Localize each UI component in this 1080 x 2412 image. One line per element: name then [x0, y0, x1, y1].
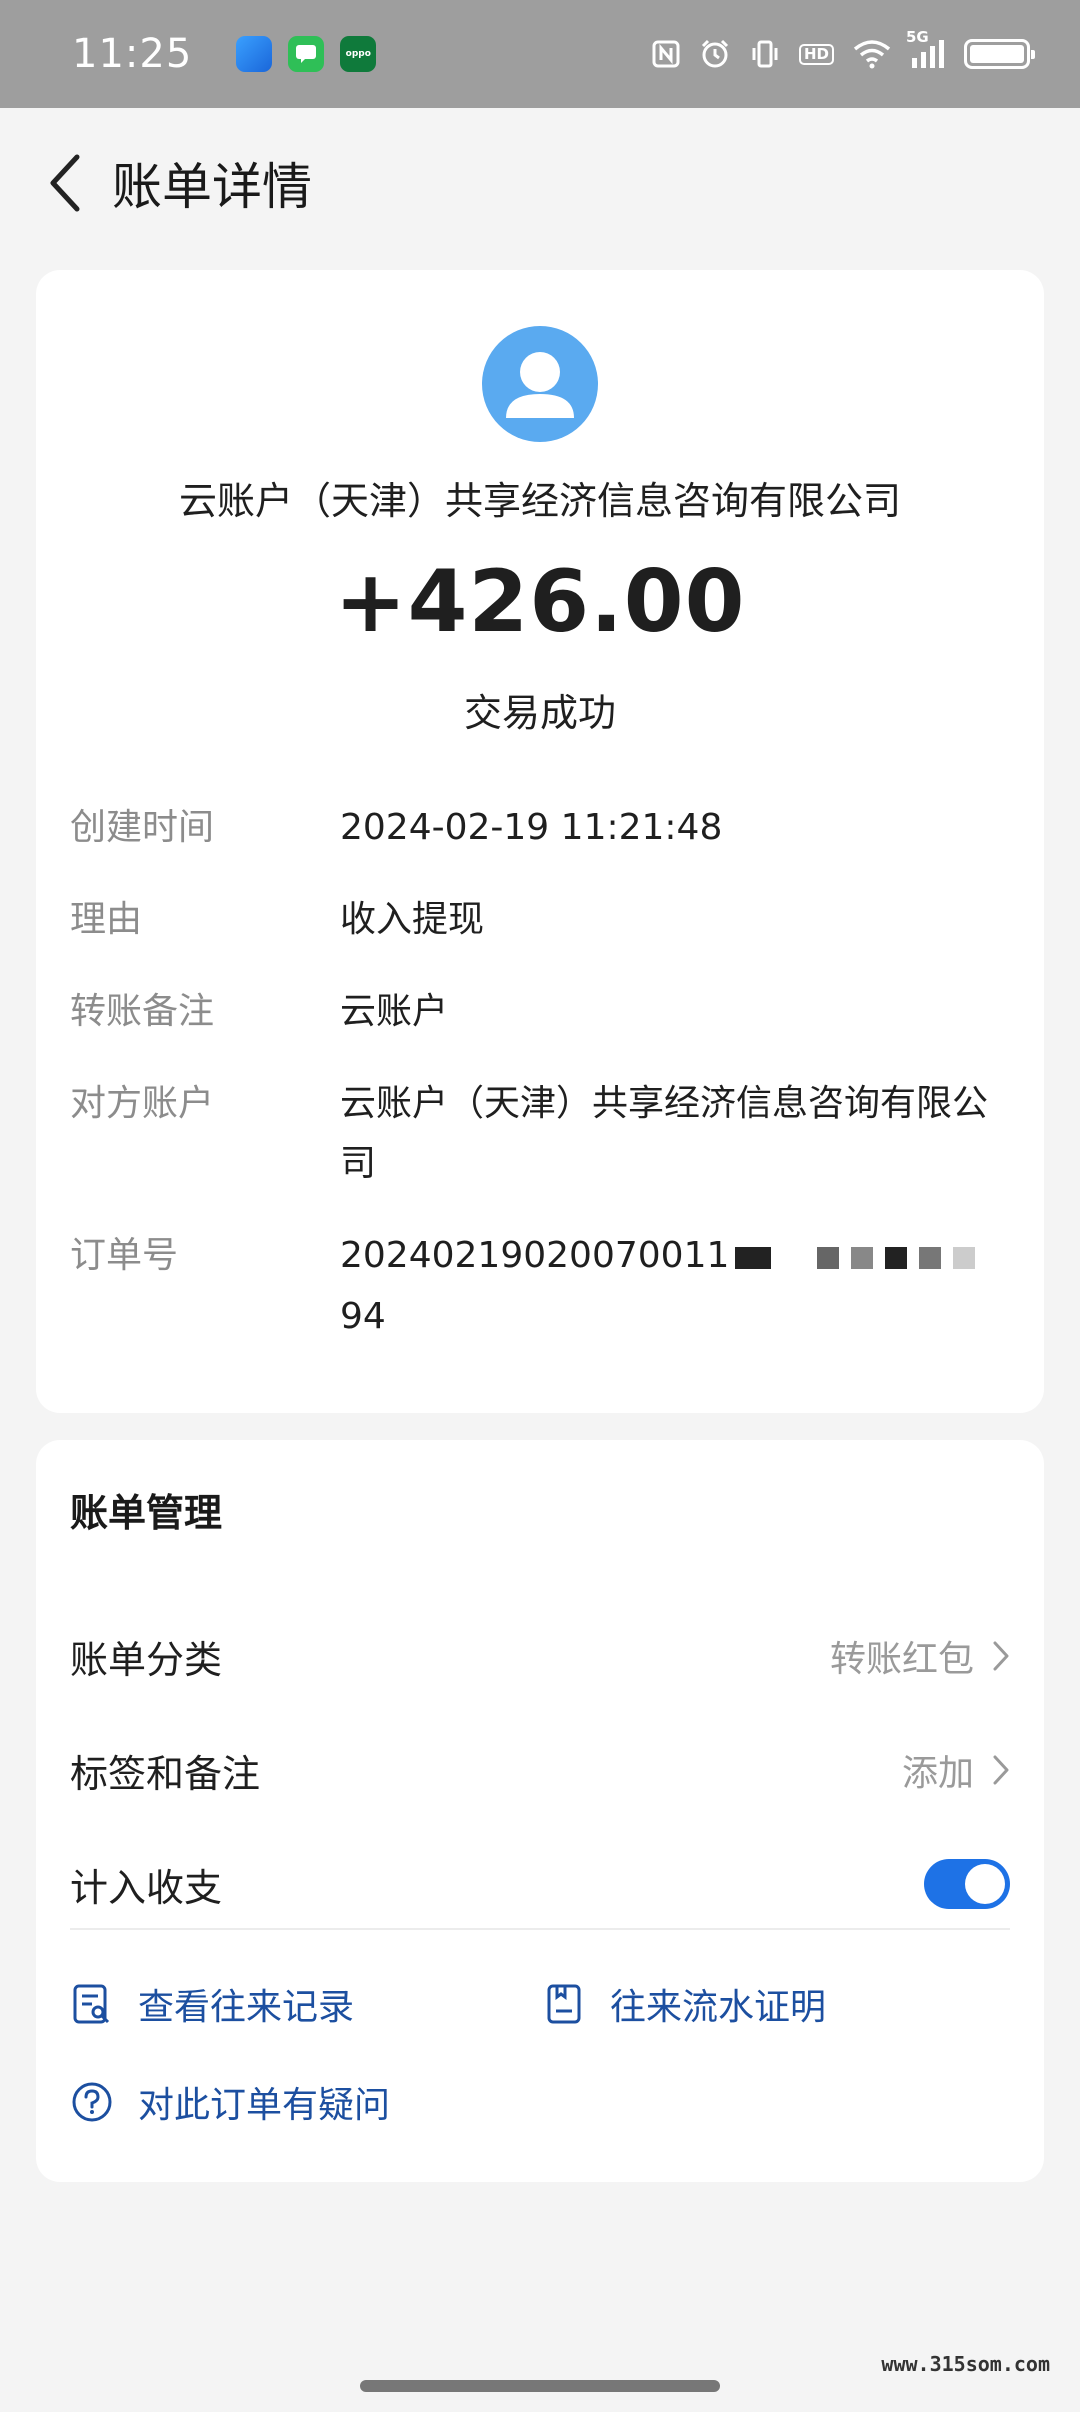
- page-title: 账单详情: [112, 158, 312, 216]
- bill-category-text: 转账红包: [829, 1639, 974, 1680]
- section-title: 账单管理: [70, 1491, 223, 1535]
- alarm-icon: [699, 38, 731, 70]
- order-number-end: 94: [340, 1296, 386, 1337]
- wifi-icon: [852, 38, 892, 70]
- blue-app-icon: [236, 36, 273, 72]
- detail-row-counterparty: 对方账户 云账户（天津）共享经济信息咨询有限公司: [70, 1074, 1020, 1194]
- status-time: 11:25: [72, 31, 193, 77]
- detail-label: 转账备注: [70, 991, 215, 1032]
- status-bar: 11:25 oppo HD 5G: [0, 0, 1080, 108]
- bill-manage-card: 账单管理 账单分类 转账红包 标签和备注 添加 计入收支 查看往来记录 往来流水…: [36, 1440, 1044, 2182]
- detail-label: 理由: [70, 899, 143, 940]
- view-history-text: 查看往来记录: [138, 1987, 355, 2028]
- tags-remarks-label: 标签和备注: [70, 1751, 261, 1796]
- chevron-right-icon: [992, 1754, 1010, 1786]
- detail-value: 云账户（天津）共享经济信息咨询有限公司: [340, 1083, 989, 1184]
- detail-row-created-time: 创建时间 2024-02-19 11:21:48: [70, 798, 1020, 858]
- signal-icon: 5G: [906, 28, 946, 70]
- hd-icon: HD: [798, 43, 834, 65]
- nav-header: 账单详情: [0, 108, 1080, 258]
- detail-value: 收入提现: [340, 899, 485, 940]
- order-question-link[interactable]: 对此订单有疑问: [70, 2076, 390, 2128]
- bill-category-label: 账单分类: [70, 1637, 223, 1682]
- nfc-icon: [651, 39, 681, 69]
- status-app-icons: oppo: [236, 36, 377, 72]
- chevron-right-icon: [992, 1640, 1010, 1672]
- battery-level: [970, 45, 1024, 63]
- document-icon: [542, 1982, 586, 2026]
- avatar: [482, 326, 598, 442]
- bill-category-row[interactable]: 账单分类 转账红包: [70, 1616, 1010, 1696]
- redacted-blocks: [729, 1227, 981, 1287]
- detail-label: 对方账户: [70, 1083, 215, 1124]
- bill-category-value: 转账红包: [830, 1630, 1010, 1682]
- transaction-status: 交易成功: [463, 691, 616, 735]
- record-list-icon: [70, 1982, 114, 2026]
- watermark: www.315som.com: [881, 2352, 1050, 2376]
- detail-row-order-number: 订单号 20240219020070011 94: [70, 1226, 1020, 1347]
- detail-row-remark: 转账备注 云账户: [70, 982, 1020, 1042]
- detail-value: 2024-02-19 11:21:48: [340, 807, 723, 848]
- tags-remarks-row[interactable]: 标签和备注 添加: [70, 1730, 1010, 1810]
- chevron-left-icon: [50, 154, 80, 212]
- divider: [70, 1928, 1010, 1930]
- home-indicator[interactable]: [360, 2380, 720, 2392]
- oppo-app-icon: oppo: [340, 36, 377, 72]
- include-in-income-label: 计入收支: [70, 1865, 223, 1910]
- back-button[interactable]: [30, 138, 100, 228]
- detail-row-reason: 理由 收入提现: [70, 890, 1020, 950]
- detail-value: 云账户: [340, 991, 449, 1032]
- include-in-income-toggle[interactable]: [924, 1859, 1010, 1909]
- status-indicators: HD 5G: [651, 28, 1035, 70]
- user-icon: [506, 352, 574, 418]
- payee-name: 云账户（天津）共享经济信息咨询有限公司: [178, 479, 901, 523]
- vibrate-icon: [749, 38, 781, 70]
- battery-icon: [964, 39, 1035, 69]
- order-number-value: 20240219020070011 94: [340, 1226, 1000, 1347]
- statement-proof-text: 往来流水证明: [610, 1987, 827, 2028]
- statement-proof-link[interactable]: 往来流水证明: [542, 1978, 826, 2030]
- toggle-knob: [965, 1864, 1005, 1904]
- order-question-text: 对此订单有疑问: [138, 2085, 391, 2126]
- order-number-start: 20240219020070011: [340, 1235, 730, 1276]
- view-history-link[interactable]: 查看往来记录: [70, 1978, 354, 2030]
- add-text: 添加: [901, 1753, 974, 1794]
- green-chat-app-icon: [288, 36, 325, 72]
- tags-remarks-value: 添加: [902, 1744, 1010, 1796]
- detail-label: 订单号: [70, 1235, 179, 1276]
- question-icon: [70, 2080, 114, 2124]
- include-in-income-row: 计入收支: [70, 1844, 1010, 1924]
- detail-label: 创建时间: [70, 807, 215, 848]
- network-type: 5G: [906, 28, 929, 46]
- transaction-amount: +426.00: [334, 552, 746, 652]
- transaction-card: 云账户（天津）共享经济信息咨询有限公司 +426.00 交易成功 创建时间 20…: [36, 270, 1044, 1413]
